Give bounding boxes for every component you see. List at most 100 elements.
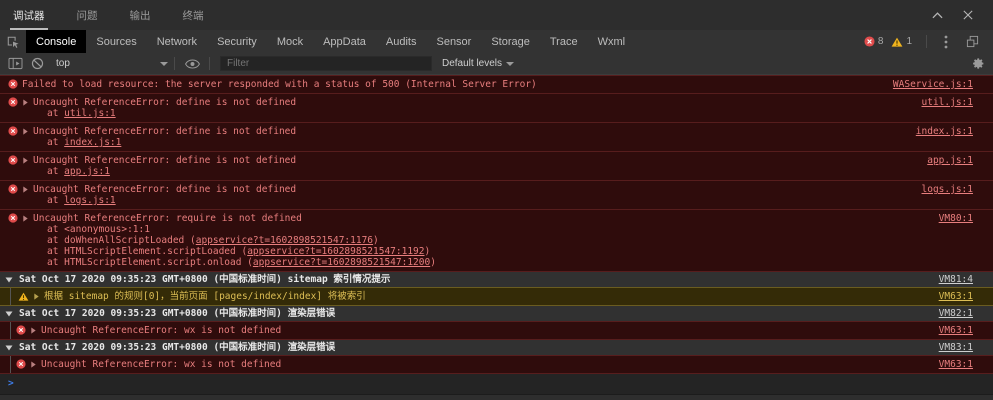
source-link[interactable]: VM81:4: [929, 274, 993, 285]
panel-tab-label: 调试器: [13, 8, 45, 23]
panel-tab-label: 输出: [130, 8, 151, 23]
close-panel-button[interactable]: [953, 0, 983, 30]
error-message-text: Failed to load resource: the server resp…: [22, 79, 537, 90]
source-link[interactable]: VM82:1: [929, 308, 993, 319]
console-sidebar-button[interactable]: [4, 55, 26, 73]
panel-tab-debugger[interactable]: 调试器: [10, 0, 48, 30]
tab-label: Audits: [386, 36, 417, 48]
error-icon: [8, 97, 18, 107]
tab-trace[interactable]: Trace: [540, 30, 588, 53]
console-error-row: Uncaught ReferenceError: require is not …: [0, 210, 993, 272]
console-settings-button[interactable]: [967, 55, 989, 73]
warning-badge-icon: [891, 37, 906, 47]
panel-tab-label: 问题: [77, 8, 98, 23]
stack-frame: at logs.js:1: [47, 195, 912, 206]
panel-tab-terminal[interactable]: 终端: [180, 0, 207, 30]
source-link[interactable]: VM63:1: [929, 359, 993, 370]
clear-console-button[interactable]: [26, 55, 48, 73]
expand-arrow-icon[interactable]: [22, 157, 29, 164]
divider: [174, 57, 175, 70]
source-link[interactable]: app.js:1: [917, 155, 993, 166]
tab-label: Console: [36, 36, 76, 48]
undock-button[interactable]: [959, 35, 985, 48]
tab-label: Wxml: [598, 36, 626, 48]
error-icon: [16, 359, 26, 369]
tab-security[interactable]: Security: [207, 30, 267, 53]
filter-input[interactable]: [220, 56, 432, 71]
collapse-arrow-icon[interactable]: [5, 310, 13, 318]
clear-console-icon: [31, 57, 44, 70]
tab-audits[interactable]: Audits: [376, 30, 427, 53]
expand-arrow-icon[interactable]: [22, 99, 29, 106]
source-link[interactable]: VM63:1: [929, 325, 993, 336]
tab-mock[interactable]: Mock: [267, 30, 313, 53]
tab-console[interactable]: Console: [26, 30, 86, 53]
tab-sensor[interactable]: Sensor: [426, 30, 481, 53]
tab-wxml[interactable]: Wxml: [588, 30, 636, 53]
tab-label: Network: [157, 36, 197, 48]
error-icon: [8, 79, 18, 89]
tab-appdata[interactable]: AppData: [313, 30, 376, 53]
source-link[interactable]: index.js:1: [906, 126, 993, 137]
group-title: Sat Oct 17 2020 09:35:23 GMT+0800 (中国标准时…: [19, 308, 335, 319]
log-levels-select[interactable]: Default levels: [442, 58, 514, 69]
panel-tab-issues[interactable]: 问题: [74, 0, 101, 30]
collapse-arrow-icon[interactable]: [5, 276, 13, 284]
error-count-badge[interactable]: 8: [864, 36, 884, 47]
group-title: Sat Oct 17 2020 09:35:23 GMT+0800 (中国标准时…: [19, 274, 390, 285]
devtools-window: 调试器 问题 输出 终端 Console Sources Network Sec…: [0, 0, 993, 400]
expand-arrow-icon[interactable]: [22, 215, 29, 222]
expand-arrow-icon[interactable]: [30, 361, 37, 368]
expand-arrow-icon[interactable]: [22, 186, 29, 193]
tab-label: Security: [217, 36, 257, 48]
tab-label: Sensor: [436, 36, 471, 48]
console-error-row: Uncaught ReferenceError: wx is not defin…: [0, 321, 993, 340]
source-link[interactable]: VM63:1: [929, 291, 993, 302]
stack-link[interactable]: logs.js:1: [64, 195, 115, 206]
console-error-row: Uncaught ReferenceError: define is not d…: [0, 94, 993, 123]
stack-link[interactable]: app.js:1: [64, 166, 110, 177]
devtools-tabbar: Console Sources Network Security Mock Ap…: [0, 30, 993, 53]
collapse-panel-button[interactable]: [922, 0, 953, 30]
error-message-text: Uncaught ReferenceError: define is not d…: [33, 126, 906, 137]
tab-label: Trace: [550, 36, 578, 48]
tab-storage[interactable]: Storage: [481, 30, 540, 53]
collapse-arrow-icon[interactable]: [5, 344, 13, 352]
stack-frame: at doWhenAllScriptLoaded (appservice?t=1…: [47, 235, 929, 246]
source-link[interactable]: VM83:1: [929, 342, 993, 353]
tab-network[interactable]: Network: [147, 30, 207, 53]
console-prompt[interactable]: >: [0, 374, 993, 393]
source-link[interactable]: util.js:1: [912, 97, 993, 108]
execution-context-select[interactable]: top: [56, 58, 168, 69]
kebab-menu-icon: [944, 35, 948, 49]
stack-frame: at HTMLScriptElement.script.onload (apps…: [47, 257, 929, 268]
warning-message-text: 根据 sitemap 的规则[0]，当前页面 [pages/index/inde…: [44, 291, 366, 302]
expand-arrow-icon[interactable]: [33, 293, 40, 300]
live-expression-button[interactable]: [181, 55, 203, 73]
source-link[interactable]: VM80:1: [929, 213, 993, 224]
console-log-area: Failed to load resource: the server resp…: [0, 75, 993, 400]
stack-link[interactable]: util.js:1: [64, 108, 115, 119]
stack-link[interactable]: appservice?t=1602898521547:1176: [196, 235, 373, 246]
stack-frame: at index.js:1: [47, 137, 906, 148]
error-icon: [8, 213, 18, 223]
error-badge-icon: [864, 36, 878, 47]
source-link[interactable]: logs.js:1: [912, 184, 993, 195]
more-options-button[interactable]: [933, 35, 959, 49]
console-group-header: Sat Oct 17 2020 09:35:23 GMT+0800 (中国标准时…: [0, 340, 993, 355]
tab-label: AppData: [323, 36, 366, 48]
warning-count-badge[interactable]: 1: [891, 36, 912, 47]
panel-tab-output[interactable]: 输出: [127, 0, 154, 30]
expand-arrow-icon[interactable]: [22, 128, 29, 135]
error-message-text: Uncaught ReferenceError: define is not d…: [33, 155, 917, 166]
gear-icon: [972, 57, 985, 70]
console-warning-row: 根据 sitemap 的规则[0]，当前页面 [pages/index/inde…: [0, 287, 993, 306]
expand-arrow-icon[interactable]: [30, 327, 37, 334]
stack-link[interactable]: appservice?t=1602898521547:1200: [253, 257, 430, 268]
inspect-element-button[interactable]: [0, 30, 26, 53]
source-link[interactable]: WAService.js:1: [883, 79, 993, 90]
tab-sources[interactable]: Sources: [86, 30, 146, 53]
inspect-cursor-icon: [6, 35, 20, 49]
stack-link[interactable]: index.js:1: [64, 137, 121, 148]
stack-link[interactable]: appservice?t=1602898521547:1192: [247, 246, 424, 257]
